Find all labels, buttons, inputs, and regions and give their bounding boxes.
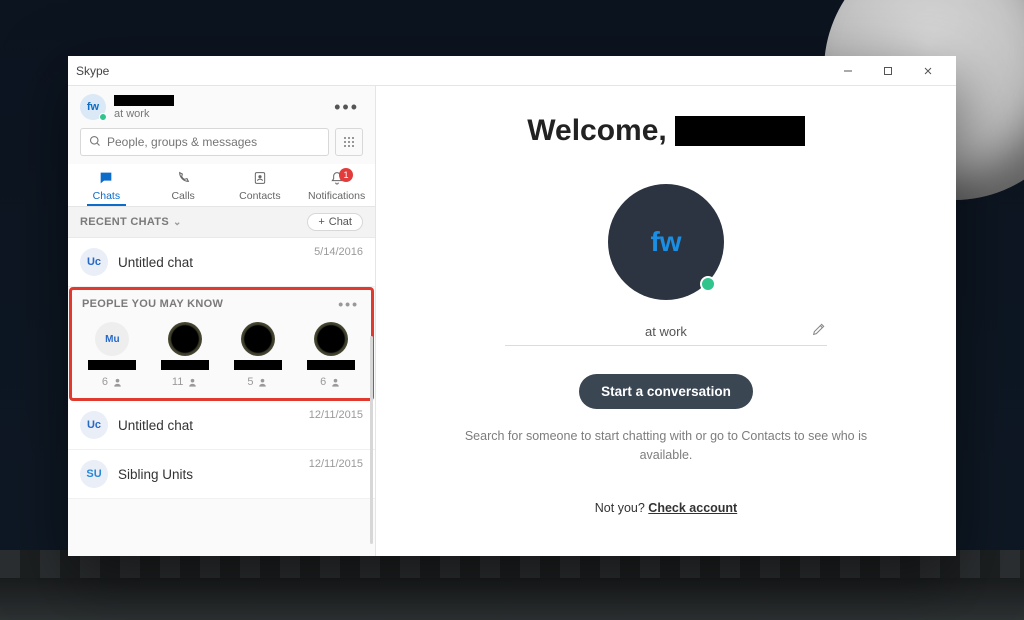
tab-contacts-label: Contacts (239, 190, 280, 202)
suggestion-avatar: Mu (95, 322, 129, 356)
tab-notifications[interactable]: 1 Notifications (298, 164, 375, 206)
main-avatar[interactable]: fw (608, 184, 724, 300)
suggestion-mutuals: 11 (153, 376, 217, 388)
edit-icon[interactable] (811, 321, 827, 342)
notification-badge: 1 (339, 168, 353, 182)
minimize-button[interactable] (828, 56, 868, 86)
not-you-prefix: Not you? (595, 501, 649, 515)
status-row[interactable]: at work (505, 324, 827, 346)
self-avatar-initials: fw (87, 101, 99, 113)
suggestion-name-redacted (153, 360, 217, 374)
suggestion-avatar (168, 322, 202, 356)
chat-avatar: Uc (80, 248, 108, 276)
chat-title: Untitled chat (118, 418, 193, 433)
pymk-label: PEOPLE YOU MAY KNOW (82, 298, 223, 310)
maximize-button[interactable] (868, 56, 908, 86)
search-input[interactable] (107, 135, 320, 149)
suggestion-mutuals: 6 (299, 376, 363, 388)
suggestion-card[interactable]: Mu 6 (80, 322, 144, 388)
chat-date: 12/11/2015 (309, 458, 363, 470)
chat-item[interactable]: SU Sibling Units 12/11/2015 (68, 450, 375, 499)
tab-calls[interactable]: Calls (145, 164, 222, 206)
tab-notifications-label: Notifications (308, 190, 365, 202)
chat-avatar: Uc (80, 411, 108, 439)
desktop-rocks (0, 550, 1024, 620)
search-input-wrap[interactable] (80, 128, 329, 156)
suggestion-name-redacted (226, 360, 290, 374)
sidebar: fw at work ••• (68, 86, 376, 556)
recent-chats-label: RECENT CHATS (80, 216, 169, 228)
dialpad-button[interactable] (335, 128, 363, 156)
phone-icon (145, 170, 222, 190)
chat-title: Untitled chat (118, 255, 193, 270)
titlebar: Skype (68, 56, 956, 86)
main-pane: Welcome, fw at work Start a conversation… (376, 86, 956, 556)
self-status: at work (114, 108, 174, 120)
chat-date: 12/11/2015 (309, 409, 363, 421)
suggestion-avatar (314, 322, 348, 356)
new-chat-label: Chat (329, 216, 352, 228)
chat-item[interactable]: Uc Untitled chat 5/14/2016 (68, 238, 375, 287)
new-chat-button[interactable]: + Chat (307, 213, 363, 231)
pymk-header: PEOPLE YOU MAY KNOW ••• (72, 290, 371, 318)
close-button[interactable] (908, 56, 948, 86)
welcome-prefix: Welcome, (527, 114, 667, 148)
tab-contacts[interactable]: Contacts (222, 164, 299, 206)
suggestion-name-redacted (80, 360, 144, 374)
bell-icon (298, 170, 375, 190)
app-window: Skype fw at work ••• (68, 56, 956, 556)
window-title: Skype (76, 64, 109, 78)
people-you-may-know-section: PEOPLE YOU MAY KNOW ••• Mu61156 (69, 287, 374, 401)
profile-more-icon[interactable]: ••• (330, 97, 363, 118)
suggestion-mutuals: 6 (80, 376, 144, 388)
suggestion-card[interactable]: 6 (299, 322, 363, 388)
scrollbar[interactable] (370, 336, 373, 544)
nav-tabs: Chats Calls Contacts 1 Notifications (68, 164, 375, 207)
welcome-name-redacted (675, 116, 805, 146)
status-text: at work (645, 324, 687, 339)
tab-chats-label: Chats (93, 190, 120, 202)
recent-chats-header[interactable]: RECENT CHATS ⌄ + Chat (68, 207, 375, 238)
chat-icon (68, 170, 145, 190)
chat-avatar: SU (80, 460, 108, 488)
suggestion-card[interactable]: 5 (226, 322, 290, 388)
welcome-heading: Welcome, (527, 114, 805, 148)
check-account-link[interactable]: Check account (648, 501, 737, 515)
chat-item[interactable]: Uc Untitled chat 12/11/2015 (68, 401, 375, 450)
suggestion-avatar (241, 322, 275, 356)
self-name-redacted (114, 95, 174, 106)
welcome-hint: Search for someone to start chatting wit… (456, 427, 876, 465)
contacts-icon (222, 170, 299, 190)
chevron-down-icon: ⌄ (173, 217, 182, 228)
plus-icon: + (318, 216, 324, 228)
pymk-more-icon[interactable]: ••• (336, 296, 361, 312)
main-avatar-initials: fw (650, 226, 681, 258)
start-conversation-button[interactable]: Start a conversation (579, 374, 753, 409)
presence-online-icon (700, 276, 716, 292)
suggestion-name-redacted (299, 360, 363, 374)
not-you-row: Not you? Check account (595, 501, 737, 515)
suggestion-card[interactable]: 11 (153, 322, 217, 388)
presence-online-icon (99, 113, 107, 121)
search-icon (89, 135, 101, 150)
tab-calls-label: Calls (171, 190, 194, 202)
chat-date: 5/14/2016 (314, 246, 363, 258)
profile-row[interactable]: fw at work ••• (68, 86, 375, 124)
chat-title: Sibling Units (118, 467, 193, 482)
chat-list: Uc Untitled chat 5/14/2016 PEOPLE YOU MA… (68, 238, 375, 556)
self-avatar: fw (80, 94, 106, 120)
tab-chats[interactable]: Chats (68, 164, 145, 206)
suggestion-mutuals: 5 (226, 376, 290, 388)
